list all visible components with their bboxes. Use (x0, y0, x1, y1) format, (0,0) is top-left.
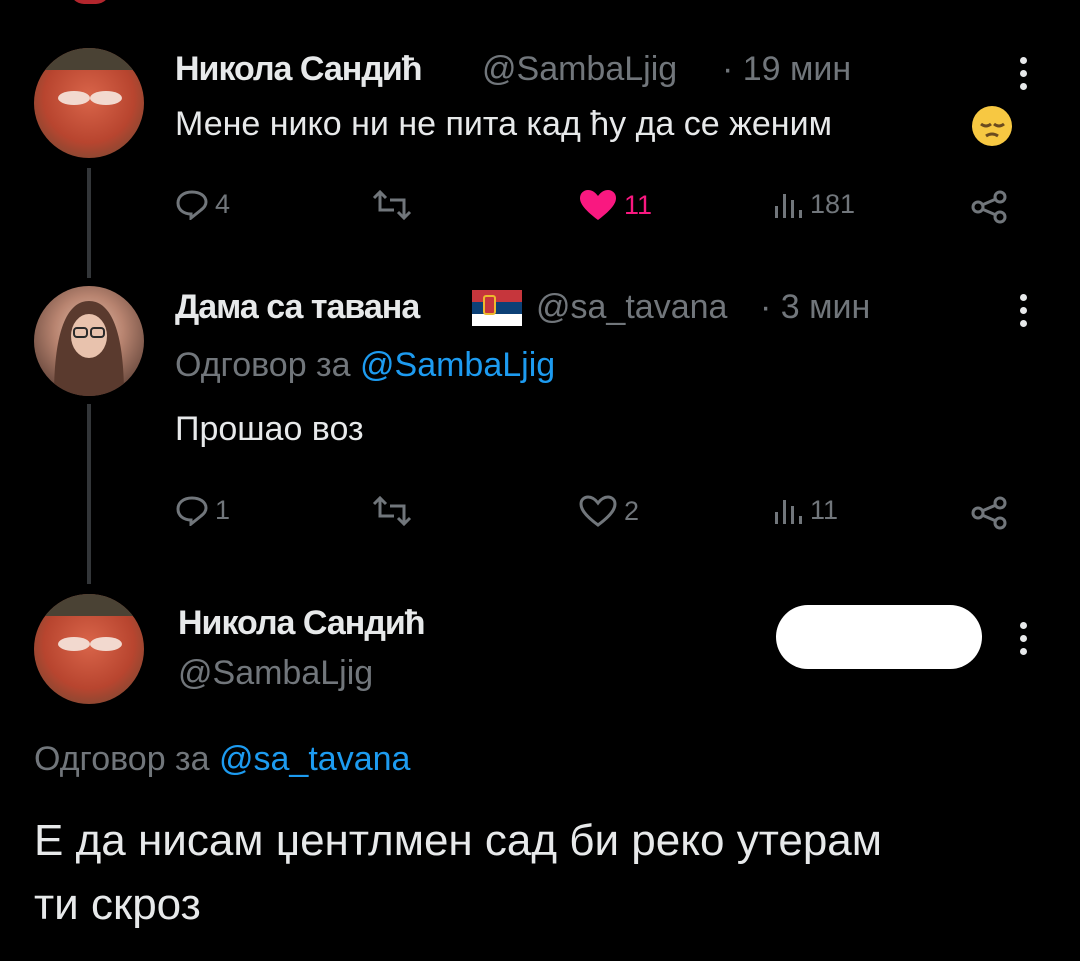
avatar-face-icon (34, 48, 144, 105)
reply-to-link[interactable]: @sa_tavana (219, 740, 410, 778)
views-icon (775, 500, 802, 524)
more-options-icon[interactable] (1020, 622, 1028, 655)
more-options-icon[interactable] (1020, 294, 1028, 327)
tweet-time[interactable]: · 3 мин (760, 288, 870, 327)
avatar[interactable] (34, 594, 144, 704)
reply-prefix: Одговор за (34, 740, 210, 778)
top-cropped-element (70, 0, 110, 4)
tweet-text-line-2: ти скроз (34, 880, 201, 929)
reply-context: Одговор за @SambaLjig (175, 346, 555, 385)
follow-button[interactable] (776, 605, 982, 669)
reply-button[interactable]: 4 (175, 188, 230, 220)
like-button[interactable]: 2 (578, 494, 639, 528)
author-name[interactable]: Никола Сандић (178, 604, 426, 643)
like-button[interactable]: 11 (578, 188, 652, 222)
reply-icon (176, 190, 208, 220)
share-icon[interactable] (970, 496, 1010, 530)
more-options-icon[interactable] (1020, 57, 1028, 90)
share-icon[interactable] (970, 190, 1010, 224)
like-count: 2 (624, 495, 640, 526)
reply-prefix: Одговор за (175, 346, 351, 384)
tweet-time[interactable]: · 19 мин (722, 50, 851, 89)
reply-button[interactable]: 1 (175, 494, 230, 526)
author-name[interactable]: Никола Сандић (175, 50, 423, 89)
retweet-button[interactable] (370, 190, 414, 220)
author-name[interactable]: Дама са тавана (175, 288, 420, 327)
tweet-text-line-1: Е да нисам џентлмен сад би реко утерам (34, 816, 883, 865)
avatar-person-icon (54, 301, 124, 396)
avatar[interactable] (34, 286, 144, 396)
author-handle[interactable]: @SambaLjig (482, 50, 677, 89)
reply-icon (176, 496, 208, 526)
reply-count: 4 (215, 188, 231, 219)
tweet-text: Мене нико ни не пита кад ћу да се женим (175, 105, 832, 143)
retweet-button[interactable] (370, 496, 414, 526)
retweet-icon (372, 496, 412, 526)
author-handle[interactable]: @SambaLjig (178, 654, 373, 693)
serbia-flag-icon (472, 290, 522, 326)
thread-line (87, 168, 91, 278)
thread-line (87, 404, 91, 584)
like-count: 11 (624, 189, 653, 220)
views-button[interactable]: 11 (772, 494, 838, 526)
author-handle[interactable]: @sa_tavana (536, 288, 727, 327)
pensive-face-icon (972, 106, 1012, 146)
retweet-icon (372, 190, 412, 220)
tweet-text: Прошао воз (175, 410, 364, 448)
views-icon (775, 194, 802, 218)
views-count: 181 (810, 188, 856, 219)
avatar[interactable] (34, 48, 144, 158)
views-button[interactable]: 181 (772, 188, 855, 220)
heart-icon (579, 495, 617, 527)
reply-to-link[interactable]: @SambaLjig (360, 346, 555, 384)
heart-filled-icon (580, 190, 616, 220)
reply-count: 1 (215, 494, 231, 525)
avatar-face-icon (34, 594, 144, 651)
reply-context: Одговор за @sa_tavana (34, 740, 410, 779)
views-count: 11 (810, 494, 839, 525)
